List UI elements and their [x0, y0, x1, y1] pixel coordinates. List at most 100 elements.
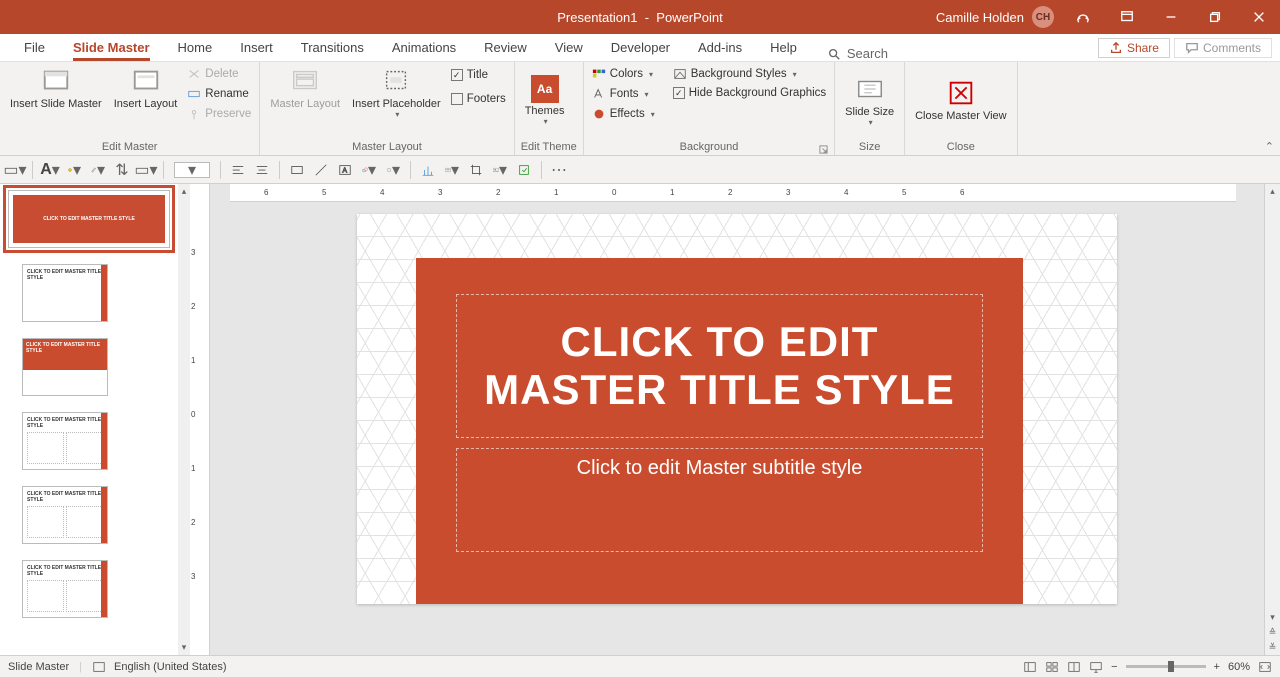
group-close: Close Master View Close	[905, 62, 1018, 155]
selection-pane-icon[interactable]	[517, 163, 531, 177]
zoom-out-button[interactable]: −	[1111, 661, 1117, 673]
prev-slide-icon[interactable]: ≙	[1267, 625, 1279, 640]
dialog-launcher-icon[interactable]	[819, 145, 828, 154]
fonts-button[interactable]: Fonts▾	[590, 86, 657, 102]
tab-home[interactable]: Home	[164, 36, 227, 61]
rectangle-shape-icon[interactable]	[290, 163, 304, 177]
group-edit-master: Insert Slide Master Insert Layout Delete…	[0, 62, 260, 155]
fit-to-window-icon[interactable]	[1258, 660, 1272, 674]
layout-thumbnail-4[interactable]: CLICK TO EDIT MASTER TITLE STYLE	[22, 486, 108, 544]
normal-view-icon[interactable]	[1023, 660, 1037, 674]
circle-icon[interactable]: ▾	[386, 163, 400, 177]
rename-button[interactable]: Rename	[185, 86, 253, 102]
checkbox-icon	[451, 93, 463, 105]
scroll-down-icon[interactable]: ▾	[180, 640, 189, 655]
ribbon-display-icon[interactable]	[1112, 0, 1142, 34]
thumbnail-scrollbar[interactable]: ▴ ▾	[178, 184, 190, 655]
picture-icon[interactable]: ▾	[493, 163, 507, 177]
line-shape-icon[interactable]	[314, 163, 328, 177]
tab-animations[interactable]: Animations	[378, 36, 470, 61]
scroll-down-icon[interactable]: ▾	[1268, 610, 1277, 625]
zoom-slider[interactable]	[1126, 665, 1206, 668]
master-subtitle-placeholder[interactable]: Click to edit Master subtitle style	[456, 448, 983, 552]
tell-me-search[interactable]: Search	[827, 46, 888, 61]
insert-layout-button[interactable]: Insert Layout	[110, 64, 182, 112]
font-color-icon[interactable]: A▾	[43, 163, 57, 177]
layout-thumbnail-1[interactable]: CLICK TO EDIT MASTER TITLE STYLE	[22, 264, 108, 322]
tab-file[interactable]: File	[10, 36, 59, 61]
crop-icon[interactable]	[469, 163, 483, 177]
background-styles-button[interactable]: Background Styles▾	[671, 66, 828, 82]
effects-icon	[592, 107, 606, 121]
colors-icon	[592, 67, 606, 81]
sort-icon[interactable]: ⇅	[115, 163, 129, 177]
fonts-icon	[592, 87, 606, 101]
tab-view[interactable]: View	[541, 36, 597, 61]
close-button[interactable]	[1244, 0, 1274, 34]
more-commands-icon[interactable]: ⋯	[552, 163, 566, 177]
arrange-icon[interactable]: ▭▾	[139, 163, 153, 177]
layout-thumbnail-2[interactable]: CLICK TO EDIT MASTER TITLE STYLE	[22, 338, 108, 396]
comments-button[interactable]: Comments	[1174, 38, 1272, 58]
slideshow-view-icon[interactable]	[1089, 660, 1103, 674]
master-title-placeholder[interactable]: CLICK TO EDIT MASTER TITLE STYLE	[456, 294, 983, 438]
layout-thumbnail-5[interactable]: CLICK TO EDIT MASTER TITLE STYLE	[22, 560, 108, 618]
effects-button[interactable]: Effects▾	[590, 106, 657, 122]
tab-developer[interactable]: Developer	[597, 36, 684, 61]
tab-addins[interactable]: Add-ins	[684, 36, 756, 61]
zoom-in-button[interactable]: +	[1214, 661, 1220, 673]
sorter-view-icon[interactable]	[1045, 660, 1059, 674]
collapse-ribbon-button[interactable]: ⌃	[1265, 140, 1274, 153]
tab-transitions[interactable]: Transitions	[287, 36, 378, 61]
title-checkbox[interactable]: ✓ Title	[449, 68, 508, 82]
slide-canvas[interactable]: CLICK TO EDIT MASTER TITLE STYLE Click t…	[357, 214, 1117, 604]
scroll-up-icon[interactable]: ▴	[180, 184, 189, 199]
minimize-button[interactable]	[1156, 0, 1186, 34]
zoom-level[interactable]: 60%	[1228, 661, 1250, 673]
outline-color-icon[interactable]: ▾	[91, 163, 105, 177]
chart-icon[interactable]	[421, 163, 435, 177]
insert-placeholder-button[interactable]: Insert Placeholder▾	[348, 64, 445, 121]
align-menu-icon[interactable]: ▭▾	[8, 163, 22, 177]
vertical-scrollbar[interactable]: ▴ ▾ ≙ ≚	[1264, 184, 1280, 655]
coming-soon-icon[interactable]	[1068, 0, 1098, 34]
delete-icon	[187, 67, 201, 81]
close-master-view-button[interactable]: Close Master View	[911, 76, 1011, 124]
share-button[interactable]: Share	[1098, 38, 1170, 58]
checkbox-icon: ✓	[673, 87, 685, 99]
rename-icon	[187, 87, 201, 101]
align-left-icon[interactable]	[231, 163, 245, 177]
style-picker[interactable]: ▾	[174, 162, 210, 178]
search-icon	[827, 47, 841, 61]
tab-slide-master[interactable]: Slide Master	[59, 36, 164, 61]
spellcheck-icon[interactable]	[92, 660, 106, 674]
insert-slide-master-button[interactable]: Insert Slide Master	[6, 64, 106, 112]
tab-review[interactable]: Review	[470, 36, 541, 61]
user-avatar: CH	[1032, 6, 1054, 28]
work-area: CLICK TO EDIT MASTER TITLE STYLE CLICK T…	[0, 184, 1280, 655]
slide-size-button[interactable]: Slide Size▾	[841, 72, 898, 129]
svg-text:A: A	[342, 167, 347, 174]
horizontal-ruler: 6 5 4 3 2 1 0 1 2 3 4 5 6	[230, 184, 1236, 202]
table-icon[interactable]: ▾	[445, 163, 459, 177]
fill-color-icon[interactable]: ▾	[67, 163, 81, 177]
reading-view-icon[interactable]	[1067, 660, 1081, 674]
themes-button[interactable]: Aa Themes▾	[521, 73, 569, 128]
slide-master-thumbnail[interactable]: CLICK TO EDIT MASTER TITLE STYLE	[8, 190, 170, 248]
maximize-button[interactable]	[1200, 0, 1230, 34]
scroll-up-icon[interactable]: ▴	[1268, 184, 1277, 199]
tab-help[interactable]: Help	[756, 36, 811, 61]
checkbox-icon: ✓	[451, 69, 463, 81]
colors-button[interactable]: Colors▾	[590, 66, 657, 82]
user-account[interactable]: Camille Holden CH	[936, 6, 1054, 28]
layout-thumbnail-3[interactable]: CLICK TO EDIT MASTER TITLE STYLE	[22, 412, 108, 470]
shapes-menu-icon[interactable]: ▾	[362, 163, 376, 177]
window-title: Presentation1 - PowerPoint	[557, 10, 723, 25]
align-center-icon[interactable]	[255, 163, 269, 177]
hide-bg-checkbox[interactable]: ✓ Hide Background Graphics	[671, 86, 828, 100]
footers-checkbox[interactable]: Footers	[449, 92, 508, 106]
next-slide-icon[interactable]: ≚	[1267, 640, 1279, 655]
language-label[interactable]: English (United States)	[114, 661, 227, 673]
textbox-icon[interactable]: A	[338, 163, 352, 177]
tab-insert[interactable]: Insert	[226, 36, 287, 61]
